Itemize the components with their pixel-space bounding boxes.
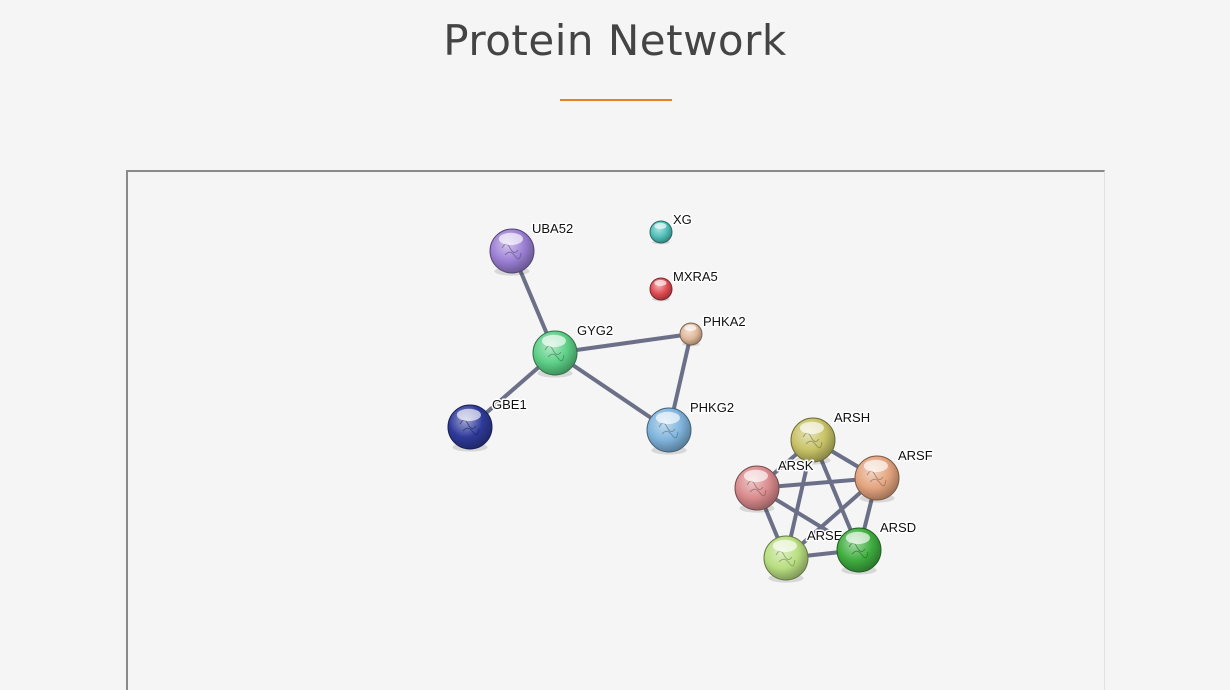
- node-label-arsf: ARSF: [898, 448, 933, 463]
- nodes-layer: UBA52 XG MXRA5 GYG2 PHKA2 GBE1 PHKG2 ARSH ARSF AR…: [447, 211, 934, 583]
- node-highlight: [541, 334, 566, 348]
- node-phka2[interactable]: PHKA2: [679, 313, 747, 347]
- node-highlight: [845, 531, 871, 545]
- protein-network-graph[interactable]: UBA52 XG MXRA5 GYG2 PHKA2 GBE1 PHKG2 ARSH ARSF AR…: [128, 172, 1104, 669]
- node-highlight: [456, 408, 481, 422]
- node-label-uba52: UBA52: [532, 221, 573, 236]
- edges-layer: [468, 249, 879, 560]
- node-phkg2[interactable]: PHKG2: [646, 399, 736, 455]
- page-title: Protein Network: [443, 16, 787, 65]
- node-highlight: [772, 539, 798, 553]
- node-label-arsh: ARSH: [834, 410, 870, 425]
- node-arsf[interactable]: ARSF: [854, 447, 934, 503]
- node-label-arsd: ARSD: [880, 520, 916, 535]
- node-xg[interactable]: XG: [649, 211, 693, 245]
- node-highlight: [684, 324, 697, 332]
- node-mxra5[interactable]: MXRA5: [649, 268, 719, 302]
- node-highlight: [863, 459, 889, 473]
- node-uba52[interactable]: UBA52: [489, 220, 575, 276]
- node-highlight: [655, 411, 681, 425]
- node-label-mxra5: MXRA5: [673, 269, 718, 284]
- node-label-gyg2: GYG2: [577, 323, 613, 338]
- title-underline: [560, 99, 672, 101]
- node-label-gbe1: GBE1: [492, 397, 527, 412]
- node-highlight: [743, 469, 769, 483]
- network-panel[interactable]: UBA52 XG MXRA5 GYG2 PHKA2 GBE1 PHKG2 ARSH ARSF AR…: [126, 170, 1105, 690]
- node-label-arse: ARSE: [807, 528, 843, 543]
- node-label-phkg2: PHKG2: [690, 400, 734, 415]
- node-gbe1[interactable]: GBE1: [447, 396, 528, 452]
- node-highlight: [799, 421, 825, 435]
- node-label-phka2: PHKA2: [703, 314, 746, 329]
- node-arsh[interactable]: ARSH: [790, 409, 872, 465]
- node-label-arsk: ARSK: [778, 458, 814, 473]
- node-highlight: [498, 232, 523, 246]
- node-label-xg: XG: [673, 212, 692, 227]
- node-highlight: [654, 222, 667, 230]
- node-highlight: [654, 279, 667, 287]
